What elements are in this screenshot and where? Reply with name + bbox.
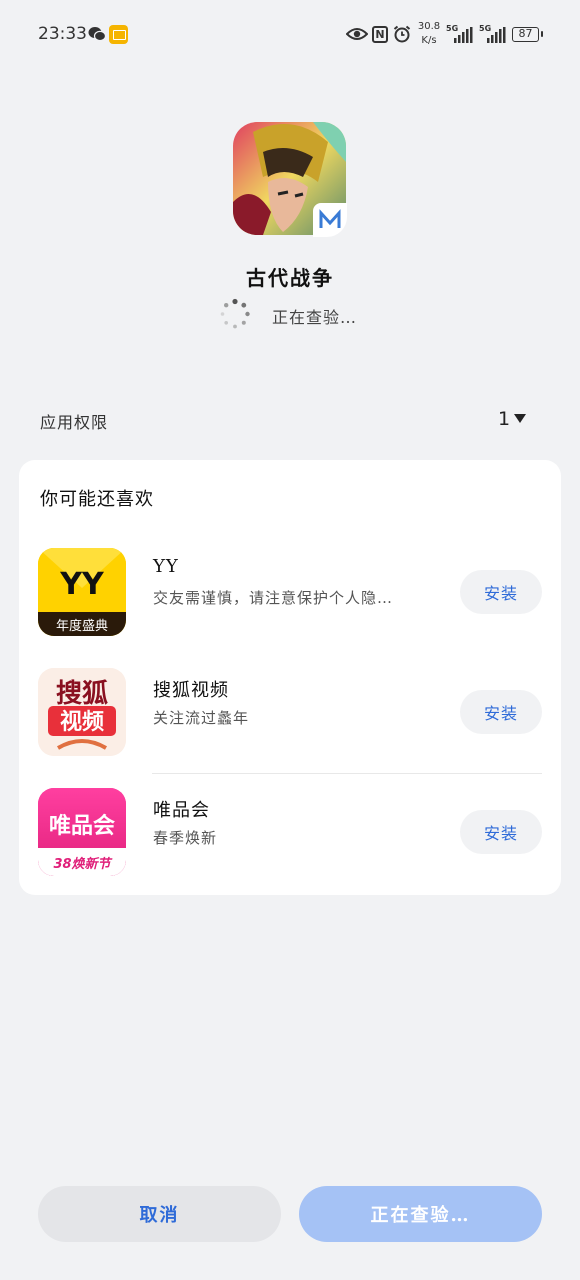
network-speed-value: 30.8 [417, 21, 441, 32]
alarm-icon [393, 25, 411, 43]
divider [152, 773, 542, 774]
nfc-icon: N [372, 26, 388, 43]
status-time: 23:33 [38, 24, 87, 44]
app-description: 关注流过蠡年 [153, 709, 250, 727]
mail-icon [109, 25, 128, 44]
vipshop-logo-text: 唯品会 [49, 813, 115, 839]
signal-icon: 5G [479, 24, 507, 45]
sohu-logo-text: 搜狐 [56, 679, 108, 709]
battery-icon: 87 [512, 27, 543, 42]
recommendations-card: 你可能还喜欢 YY 年度盛典 YY 交友需谨慎，请注意保护个人隐… 安装 搜狐 … [19, 460, 561, 895]
market-badge-icon [313, 203, 347, 237]
recommendations-title: 你可能还喜欢 [40, 489, 154, 510]
app-title: 唯品会 [153, 800, 210, 821]
app-title: YY [153, 556, 179, 577]
cancel-button[interactable]: 取消 [38, 1186, 281, 1242]
yy-banner-text: 年度盛典 [56, 618, 108, 634]
signal-icon: 5G [446, 24, 474, 45]
eye-icon [346, 28, 368, 40]
status-bar: 23:33 N 30.8 K/s 5G 5G 87 [0, 0, 580, 70]
yy-app-icon: YY 年度盛典 [38, 548, 126, 636]
network-speed-unit: K/s [421, 35, 437, 46]
sohu-banner-text: 视频 [60, 709, 104, 735]
yy-logo-text: YY [59, 567, 105, 602]
caret-down-icon[interactable] [514, 414, 526, 423]
wechat-icon [88, 27, 106, 42]
checking-status: 正在查验… [272, 308, 358, 327]
list-item[interactable]: 搜狐 视频 搜狐视频 关注流过蠡年 安装 [19, 668, 561, 788]
install-button[interactable]: 安装 [460, 810, 542, 854]
checking-button[interactable]: 正在查验… [299, 1186, 542, 1242]
network-speed: 30.8 K/s [417, 20, 441, 48]
app-description: 交友需谨慎，请注意保护个人隐… [153, 589, 394, 607]
sohu-video-app-icon: 搜狐 视频 [38, 668, 126, 756]
vipshop-banner-text: 38焕新节 [53, 856, 112, 872]
permissions-label[interactable]: 应用权限 [40, 409, 108, 433]
install-button[interactable]: 安装 [460, 690, 542, 734]
app-description: 春季焕新 [153, 829, 218, 847]
list-item[interactable]: YY 年度盛典 YY 交友需谨慎，请注意保护个人隐… 安装 [19, 548, 561, 668]
app-name: 古代战争 [246, 266, 334, 290]
install-button[interactable]: 安装 [460, 570, 542, 614]
loading-spinner-icon [220, 298, 250, 329]
permissions-count[interactable]: 1 [498, 408, 510, 430]
vipshop-app-icon: 唯品会 38焕新节 [38, 788, 126, 876]
app-title: 搜狐视频 [153, 680, 229, 701]
list-item[interactable]: 唯品会 38焕新节 唯品会 春季焕新 安装 [19, 788, 561, 908]
